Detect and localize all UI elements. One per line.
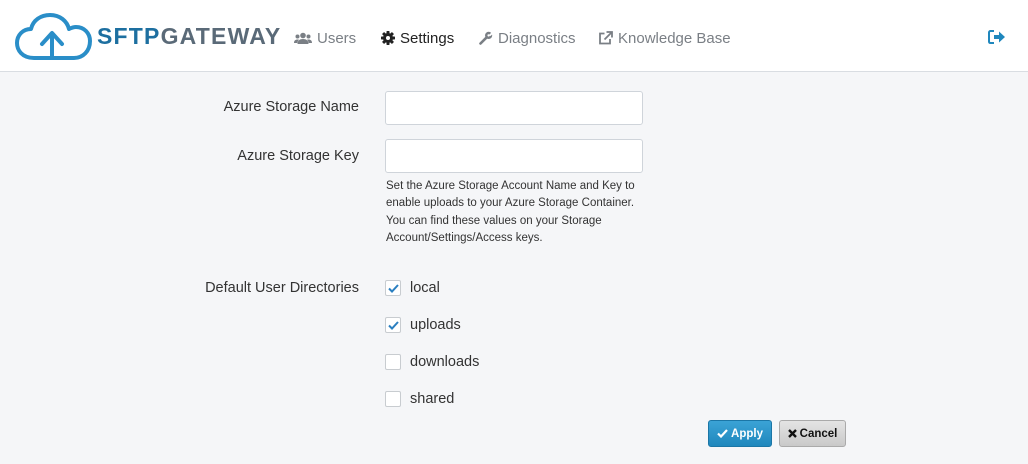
- check-icon: [387, 320, 399, 330]
- directory-label: uploads: [410, 317, 461, 333]
- wrench-icon: [479, 31, 493, 45]
- azure-storage-name-label: Azure Storage Name: [223, 99, 359, 115]
- nav-knowledge-base[interactable]: Knowledge Base: [598, 28, 731, 48]
- nav-diagnostics[interactable]: Diagnostics: [479, 28, 576, 48]
- users-icon: [294, 32, 312, 44]
- sign-out-icon[interactable]: [988, 29, 1006, 45]
- gear-icon: [381, 31, 395, 45]
- nav-users-label: Users: [317, 29, 357, 47]
- directory-checkbox-shared[interactable]: shared: [385, 390, 454, 408]
- external-link-icon: [599, 31, 613, 45]
- azure-help-text: Set the Azure Storage Account Name and K…: [386, 180, 635, 244]
- directory-label: shared: [410, 391, 455, 407]
- check-icon: [717, 429, 728, 438]
- directory-checkbox-local[interactable]: local: [385, 279, 440, 297]
- checkbox[interactable]: [385, 317, 401, 333]
- azure-storage-key-label: Azure Storage Key: [237, 148, 359, 164]
- brand-part-gateway: GATEWAY: [160, 23, 282, 49]
- checkbox[interactable]: [385, 391, 401, 407]
- nav-knowledge-base-label: Knowledge Base: [618, 29, 731, 47]
- brand-name[interactable]: SFTPGATEWAY: [97, 23, 281, 50]
- azure-storage-name-input[interactable]: [385, 91, 643, 125]
- nav-users[interactable]: Users: [294, 28, 356, 48]
- cancel-button-label: Cancel: [799, 427, 838, 440]
- close-icon: [787, 429, 797, 438]
- cloud-upload-icon[interactable]: [14, 12, 94, 62]
- nav-settings-label: Settings: [400, 29, 455, 47]
- directory-label: downloads: [410, 354, 480, 370]
- directory-checkbox-uploads[interactable]: uploads: [385, 316, 461, 334]
- default-user-directories-label: Default User Directories: [205, 280, 359, 296]
- directory-checkbox-downloads[interactable]: downloads: [385, 353, 479, 371]
- directory-label: local: [410, 280, 440, 296]
- checkbox[interactable]: [385, 280, 401, 296]
- apply-button[interactable]: Apply: [708, 420, 772, 447]
- check-icon: [387, 283, 399, 293]
- nav-settings[interactable]: Settings: [381, 28, 454, 48]
- nav-diagnostics-label: Diagnostics: [498, 29, 576, 47]
- brand-part-sftp: SFTP: [97, 23, 161, 49]
- checkbox[interactable]: [385, 354, 401, 370]
- azure-storage-key-input[interactable]: [385, 139, 643, 173]
- cancel-button[interactable]: Cancel: [779, 420, 846, 447]
- apply-button-label: Apply: [731, 427, 763, 440]
- top-navbar: SFTPGATEWAY Users Settings Diagnostics K…: [0, 0, 1028, 72]
